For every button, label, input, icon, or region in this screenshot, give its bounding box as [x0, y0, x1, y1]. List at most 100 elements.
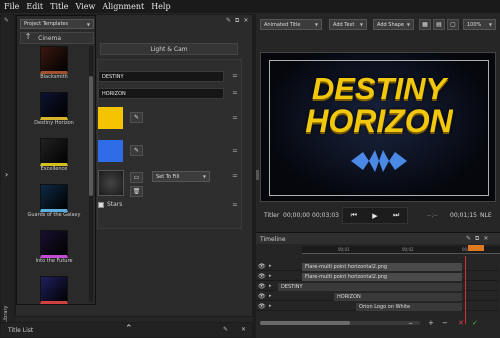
color-swatch-blue[interactable] [98, 140, 123, 162]
animated-title-dropdown[interactable]: Animated Title ▼ [260, 19, 322, 30]
timeline-clip[interactable]: Flare-multi point horizontal2.png [302, 263, 462, 271]
zoom-out-icon[interactable]: − [408, 320, 413, 327]
expand-track-icon[interactable]: ▸ [269, 293, 272, 299]
left-splitter-handle[interactable] [256, 170, 259, 180]
pin-icon[interactable]: ✎ [466, 235, 471, 243]
close-icon[interactable]: ✕ [483, 235, 488, 243]
templates-dropdown[interactable]: Project Templates ▼ [20, 19, 94, 29]
close-icon[interactable]: ✕ [241, 326, 246, 333]
template-item[interactable]: Into the Future [20, 230, 88, 276]
minimize-icon[interactable]: − [442, 319, 448, 327]
panel-controls: ✎ ⧉ ✕ [226, 17, 248, 25]
template-thumbnail [40, 46, 68, 74]
expand-up-icon[interactable]: ⌃ [125, 324, 133, 334]
stars-option[interactable]: Stars [98, 201, 122, 208]
library-tab[interactable]: Library [3, 306, 9, 323]
fill-mode-dropdown[interactable]: Set To Fill ▼ [152, 171, 210, 182]
timeline-track[interactable]: 👁 ▸ Flare-multi point horizontal2.png [256, 262, 498, 271]
pin-icon[interactable]: ✎ [223, 326, 228, 333]
grid-view-icon[interactable]: ▦ [419, 19, 431, 30]
expand-track-icon[interactable]: ▸ [269, 263, 272, 269]
eyedropper-icon[interactable]: ✎ [130, 145, 143, 156]
visibility-icon[interactable]: 👁 [258, 263, 266, 270]
text-field-destiny[interactable]: DESTINY [98, 71, 224, 82]
visibility-icon[interactable]: 👁 [258, 303, 266, 310]
preview-panel: Animated Title ▼ Add Text ▼ Add Shape ▼ ▦ ▤… [256, 14, 500, 230]
align-handle-icon[interactable]: = [232, 114, 238, 122]
timeline-clip[interactable]: DESTINY [278, 283, 462, 291]
confirm-icon[interactable]: ✓ [472, 319, 478, 327]
safe-zone-icon[interactable]: ▤ [433, 19, 445, 30]
pin-icon[interactable]: ✎ [4, 17, 9, 24]
playhead-marker[interactable] [468, 245, 484, 251]
menu-title[interactable]: Title [50, 2, 68, 11]
chevron-down-icon: ▼ [406, 22, 410, 27]
stars-checkbox[interactable] [98, 201, 104, 208]
align-handle-icon[interactable]: = [232, 201, 238, 209]
trash-icon[interactable]: 🗑 [130, 186, 143, 197]
add-text-dropdown[interactable]: Add Text ▼ [329, 19, 367, 30]
float-icon[interactable]: ⧉ [235, 17, 239, 25]
preview-canvas[interactable]: DESTINY HORIZON [260, 52, 496, 202]
template-item[interactable]: Destiny Horizon [20, 92, 88, 138]
timeline-track[interactable]: 👁 ▸ HORIZON [256, 292, 498, 301]
menu-alignment[interactable]: Alignment [102, 2, 144, 11]
tab-light-cam[interactable]: Light & Cam [100, 43, 238, 55]
align-handle-icon[interactable]: = [232, 147, 238, 155]
menu-help[interactable]: Help [151, 2, 170, 11]
visibility-icon[interactable]: 👁 [258, 273, 266, 280]
template-item[interactable] [20, 276, 88, 304]
next-frame-icon[interactable]: ⏭ [393, 211, 399, 220]
align-handle-icon[interactable]: = [232, 172, 238, 180]
timeline-scrollbar[interactable] [260, 321, 420, 325]
expand-track-icon[interactable]: ▸ [269, 283, 272, 289]
pin-icon[interactable]: ✎ [226, 17, 231, 25]
title-list-panel: Title List ⌃ ✎ ✕ [0, 322, 253, 338]
cancel-icon[interactable]: ✕ [458, 319, 464, 327]
title-list-label: Title List [8, 327, 34, 334]
timeline-track[interactable]: 👁 ▸ Orion Logo on White [256, 302, 498, 311]
eyedropper-icon[interactable]: ✎ [130, 112, 143, 123]
play-icon[interactable]: ▶ [372, 212, 377, 220]
visibility-icon[interactable]: 👁 [258, 293, 266, 300]
frame-icon[interactable]: ▢ [447, 19, 459, 30]
template-thumbnail [40, 92, 68, 120]
chevron-down-icon: ▼ [86, 21, 90, 27]
menu-edit[interactable]: Edit [26, 2, 43, 11]
timeline-clip[interactable]: HORIZON [334, 293, 462, 301]
preview-text-horizon[interactable]: HORIZON [261, 103, 497, 140]
preview-text-destiny[interactable]: DESTINY [261, 71, 497, 107]
menu-view[interactable]: View [76, 2, 96, 11]
orion-logo-icon[interactable] [349, 148, 409, 174]
color-swatch-yellow[interactable] [98, 107, 123, 129]
menu-file[interactable]: File [4, 2, 19, 11]
zoom-dropdown[interactable]: 100% ▼ [463, 19, 496, 30]
timeline-track[interactable]: 👁 ▸ DESTINY [256, 282, 498, 291]
prev-frame-icon[interactable]: ⏮ [351, 211, 357, 220]
expand-track-icon[interactable]: ▸ [269, 273, 272, 279]
timeline-clip[interactable]: Flare-multi point horizontal2.png [302, 273, 462, 281]
scroll-thumb[interactable] [260, 321, 350, 325]
close-icon[interactable]: ✕ [243, 17, 248, 25]
folder-icon[interactable]: ▭ [130, 172, 143, 183]
add-shape-dropdown[interactable]: Add Shape ▼ [373, 19, 414, 30]
up-arrow-icon[interactable]: 🡑 [26, 31, 30, 45]
template-item[interactable]: Blacksmith [20, 46, 88, 92]
text-field-horizon[interactable]: HORIZON [98, 88, 224, 99]
folder-up-row[interactable]: 🡑 Cinema [20, 32, 94, 44]
template-item[interactable]: Excellence [20, 138, 88, 184]
template-item[interactable]: Guards of the Galaxy [20, 184, 88, 230]
texture-preview[interactable] [98, 170, 124, 196]
visibility-icon[interactable]: 👁 [258, 283, 266, 290]
float-icon[interactable]: ⧉ [475, 235, 479, 243]
timeline-track[interactable]: 👁 ▸ Flare-multi point horizontal2.png [256, 272, 498, 281]
timeline-clip[interactable]: Orion Logo on White [356, 303, 462, 311]
expand-track-icon[interactable]: ▸ [269, 303, 272, 309]
align-handle-icon[interactable]: = [232, 89, 238, 97]
template-scrollbar[interactable] [89, 46, 93, 302]
playhead-line[interactable] [465, 256, 466, 324]
scroll-thumb[interactable] [89, 76, 93, 196]
zoom-in-icon[interactable]: + [428, 319, 434, 327]
align-handle-icon[interactable]: = [232, 72, 238, 80]
expand-arrow-icon[interactable]: › [5, 170, 8, 179]
